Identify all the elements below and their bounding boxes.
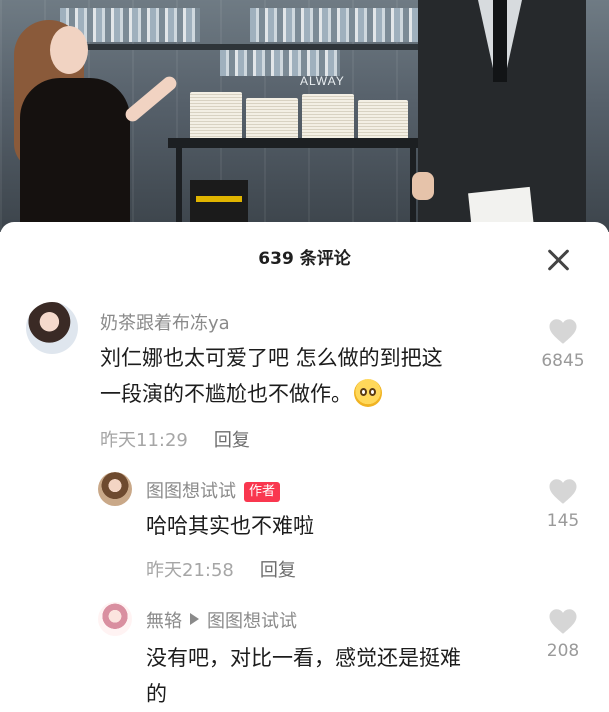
comment-item: 奶茶跟着布冻ya 刘仁娜也太可爱了吧 怎么做的到把这 一段演的不尴尬也不做作。 … bbox=[0, 302, 609, 452]
like-count: 145 bbox=[546, 511, 580, 531]
desk bbox=[168, 138, 438, 148]
reply-text-line: 的 bbox=[146, 682, 167, 706]
paper-stack bbox=[190, 92, 242, 140]
comment-text: 刘仁娜也太可爱了吧 怎么做的到把这 一段演的不尴尬也不做作。 bbox=[100, 340, 530, 412]
woman-face bbox=[50, 26, 88, 74]
man-hand bbox=[412, 172, 434, 200]
books-row bbox=[220, 50, 340, 76]
reply-author[interactable]: 图图想试试 作者 bbox=[146, 477, 281, 503]
comment-meta: 昨天11:29 回复 bbox=[100, 426, 250, 452]
avatar[interactable] bbox=[98, 602, 132, 636]
desk-leg bbox=[176, 148, 182, 232]
close-icon[interactable] bbox=[544, 246, 574, 276]
avatar[interactable] bbox=[98, 472, 132, 506]
like-button[interactable]: 208 bbox=[528, 608, 598, 661]
reply-to-name: 图图想试试 bbox=[207, 611, 297, 632]
like-button[interactable]: 6845 bbox=[528, 318, 598, 371]
paper-stack bbox=[302, 94, 354, 142]
reply-item: 图图想试试 作者 哈哈其实也不难啦 昨天21:58 回复 145 bbox=[0, 472, 609, 582]
heart-icon bbox=[549, 319, 577, 344]
reply-button[interactable]: 回复 bbox=[260, 560, 296, 581]
pleading-face-emoji bbox=[354, 379, 382, 407]
avatar[interactable] bbox=[26, 302, 78, 354]
reply-time: 昨天21:58 bbox=[146, 560, 234, 581]
comment-count-title: 639 条评论 bbox=[258, 249, 351, 269]
reply-author[interactable]: 無辂 图图想试试 bbox=[146, 607, 297, 633]
comment-text-line: 一段演的不尴尬也不做作。 bbox=[100, 376, 530, 412]
video-frame[interactable]: ALWAY bbox=[0, 0, 609, 232]
like-count: 6845 bbox=[541, 351, 585, 371]
store-sign: ALWAY bbox=[300, 74, 345, 88]
reply-text: 哈哈其实也不难啦 bbox=[146, 514, 314, 538]
comment-text-segment: 一段演的不尴尬也不做作。 bbox=[100, 382, 352, 406]
reply-meta: 昨天21:58 回复 bbox=[146, 556, 296, 582]
reply-arrow-icon bbox=[190, 613, 199, 625]
reply-text: 没有吧，对比一看，感觉还是挺难 的 bbox=[146, 640, 536, 712]
reply-button[interactable]: 回复 bbox=[214, 430, 250, 451]
woman-figure bbox=[20, 78, 130, 232]
man-tie bbox=[493, 0, 507, 82]
comment-author[interactable]: 奶茶跟着布冻ya bbox=[100, 309, 230, 335]
comment-sheet: 639 条评论 奶茶跟着布冻ya 刘仁娜也太可爱了吧 怎么做的到把这 一段演的不… bbox=[0, 222, 609, 711]
box-stripe bbox=[196, 196, 242, 202]
like-count: 208 bbox=[546, 641, 580, 661]
comment-text-line: 刘仁娜也太可爱了吧 怎么做的到把这 bbox=[100, 346, 443, 370]
reply-text-line: 没有吧，对比一看，感觉还是挺难 bbox=[146, 646, 461, 670]
reply-author-name: 無辂 bbox=[146, 611, 182, 632]
heart-icon bbox=[549, 479, 577, 504]
heart-icon bbox=[549, 609, 577, 634]
like-button[interactable]: 145 bbox=[528, 478, 598, 531]
author-badge: 作者 bbox=[244, 482, 281, 502]
reply-item: 無辂 图图想试试 没有吧，对比一看，感觉还是挺难 的 208 bbox=[0, 602, 609, 712]
comment-time: 昨天11:29 bbox=[100, 430, 188, 451]
books-row bbox=[250, 8, 420, 42]
reply-author-name: 图图想试试 bbox=[146, 481, 236, 502]
